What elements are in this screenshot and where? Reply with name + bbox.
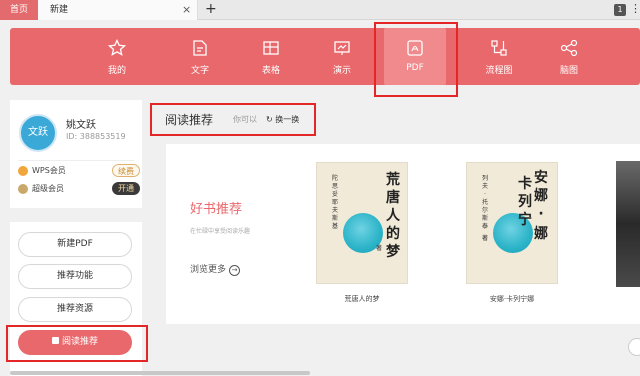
- book-author-mark: 著: [481, 235, 488, 242]
- star-icon: [108, 39, 126, 56]
- more-icon[interactable]: ⋮: [630, 2, 640, 15]
- browse-more-link[interactable]: 浏览更多 →: [190, 262, 241, 276]
- book-title-char: 梦: [386, 244, 400, 260]
- book-recommend-card: 好书推荐 在忙碌中享受阅读乐趣 浏览更多 → 荒 唐 人 的 梦 陀 思 妥 耶 …: [166, 144, 640, 324]
- add-tab-icon[interactable]: +: [205, 0, 217, 19]
- wps-member-icon: [18, 166, 28, 176]
- book-author-mark: 著: [375, 245, 382, 252]
- book-author-char: 耶: [331, 199, 338, 206]
- tab-home[interactable]: 首页: [0, 0, 38, 20]
- book-author-char: 斯: [481, 215, 488, 222]
- book-author-char: ·: [484, 191, 486, 198]
- book-title-char: 卡: [518, 176, 532, 192]
- book-author-char: 尔: [481, 207, 488, 214]
- ribbon-label: 文字: [190, 66, 209, 76]
- ribbon-item-flowchart[interactable]: 流程图: [468, 28, 530, 85]
- ribbon-label: 我的: [107, 66, 126, 76]
- super-member-label: 超级会员: [32, 184, 64, 193]
- mindmap-icon: [560, 39, 578, 57]
- book-title-char: 娜: [534, 188, 548, 204]
- wps-member-label: WPS会员: [32, 166, 66, 175]
- book-author-char: 夫: [331, 207, 338, 214]
- new-pdf-button[interactable]: 新建PDF: [18, 232, 132, 257]
- divider: [18, 160, 134, 161]
- highlight-box-reading-header: [150, 103, 316, 136]
- presentation-icon: [334, 41, 350, 55]
- highlight-box-reading-button: [6, 325, 148, 362]
- window-count-badge[interactable]: 1: [614, 4, 626, 16]
- book-caption[interactable]: 安娜·卡列宁娜: [466, 294, 558, 304]
- book-cover[interactable]: 荒 唐 人 的 梦 陀 思 妥 耶 夫 斯 基 著: [316, 162, 408, 284]
- renew-button[interactable]: 续费: [112, 164, 140, 177]
- ribbon-item-spreadsheet[interactable]: 表格: [240, 28, 302, 85]
- good-books-title: 好书推荐: [190, 202, 243, 217]
- wps-member-row: WPS会员 续费: [18, 164, 142, 178]
- document-icon: [193, 40, 207, 56]
- user-id: ID: 388853519: [66, 132, 126, 141]
- recommend-resources-button[interactable]: 推荐资源: [18, 297, 132, 322]
- book-title-char: ·: [538, 206, 544, 222]
- book-author-char: 陀: [331, 175, 338, 182]
- arrow-right-icon: →: [229, 265, 241, 276]
- ribbon-item-mindmap[interactable]: 脑图: [538, 28, 600, 85]
- book-author-char: 妥: [331, 191, 338, 198]
- ribbon-item-writer[interactable]: 文字: [169, 28, 231, 85]
- ribbon-label: 表格: [261, 66, 280, 76]
- book-author-char: 斯: [331, 215, 338, 222]
- close-icon[interactable]: ×: [182, 0, 191, 20]
- highlight-box-pdf: [374, 22, 458, 97]
- book-author-char: 基: [331, 223, 338, 230]
- book-title-char: 娜: [534, 226, 548, 242]
- profile-card: 文跃 姚文跃 ID: 388853519 WPS会员 续费 超级会员 开通: [10, 100, 142, 208]
- book-caption[interactable]: 荒唐人的梦: [316, 294, 408, 304]
- ribbon-item-presentation[interactable]: 演示: [311, 28, 373, 85]
- super-member-icon: [18, 184, 28, 194]
- ribbon-label: 脑图: [559, 66, 578, 76]
- flowchart-icon: [491, 40, 507, 56]
- tab-bar: 首页 新建 × + 1 ⋮: [0, 0, 640, 20]
- book-title-char: 列: [518, 194, 532, 210]
- book-title-char: 宁: [518, 212, 532, 228]
- book-title-char: 安: [534, 170, 548, 186]
- user-name: 姚文跃: [66, 120, 96, 131]
- horizontal-scrollbar[interactable]: [10, 371, 310, 375]
- book-cover-partial[interactable]: [616, 161, 640, 287]
- ribbon-item-mine[interactable]: 我的: [86, 28, 148, 85]
- tab-new[interactable]: 新建: [38, 0, 198, 20]
- book-title-char: 荒: [386, 172, 400, 188]
- book-title-char: 唐: [386, 190, 400, 206]
- avatar[interactable]: 文跃: [19, 114, 57, 152]
- book-cover[interactable]: 安 娜 · 卡 列 宁 娜 列 夫 · 托 尔 斯 泰 著: [466, 162, 558, 284]
- table-icon: [263, 41, 279, 55]
- good-books-subtitle: 在忙碌中享受阅读乐趣: [190, 228, 251, 235]
- book-author-char: 思: [331, 183, 338, 190]
- ribbon-label: 演示: [332, 66, 351, 76]
- book-author-char: 泰: [481, 223, 488, 230]
- book-author-char: 夫: [481, 183, 488, 190]
- book-title-char: 的: [386, 226, 400, 242]
- app-ribbon: 我的 文字 表格 演示 PDF 流程图 脑图: [10, 28, 640, 85]
- book-author-char: 托: [481, 199, 488, 206]
- ribbon-label: 流程图: [485, 66, 513, 76]
- scroll-button[interactable]: [628, 338, 640, 356]
- recommend-features-button[interactable]: 推荐功能: [18, 264, 132, 289]
- browse-more-label: 浏览更多: [190, 265, 227, 275]
- book-title-char: 人: [386, 208, 400, 224]
- book-author-char: 列: [481, 175, 488, 182]
- super-member-row: 超级会员 开通: [18, 182, 142, 196]
- activate-button[interactable]: 开通: [112, 182, 140, 195]
